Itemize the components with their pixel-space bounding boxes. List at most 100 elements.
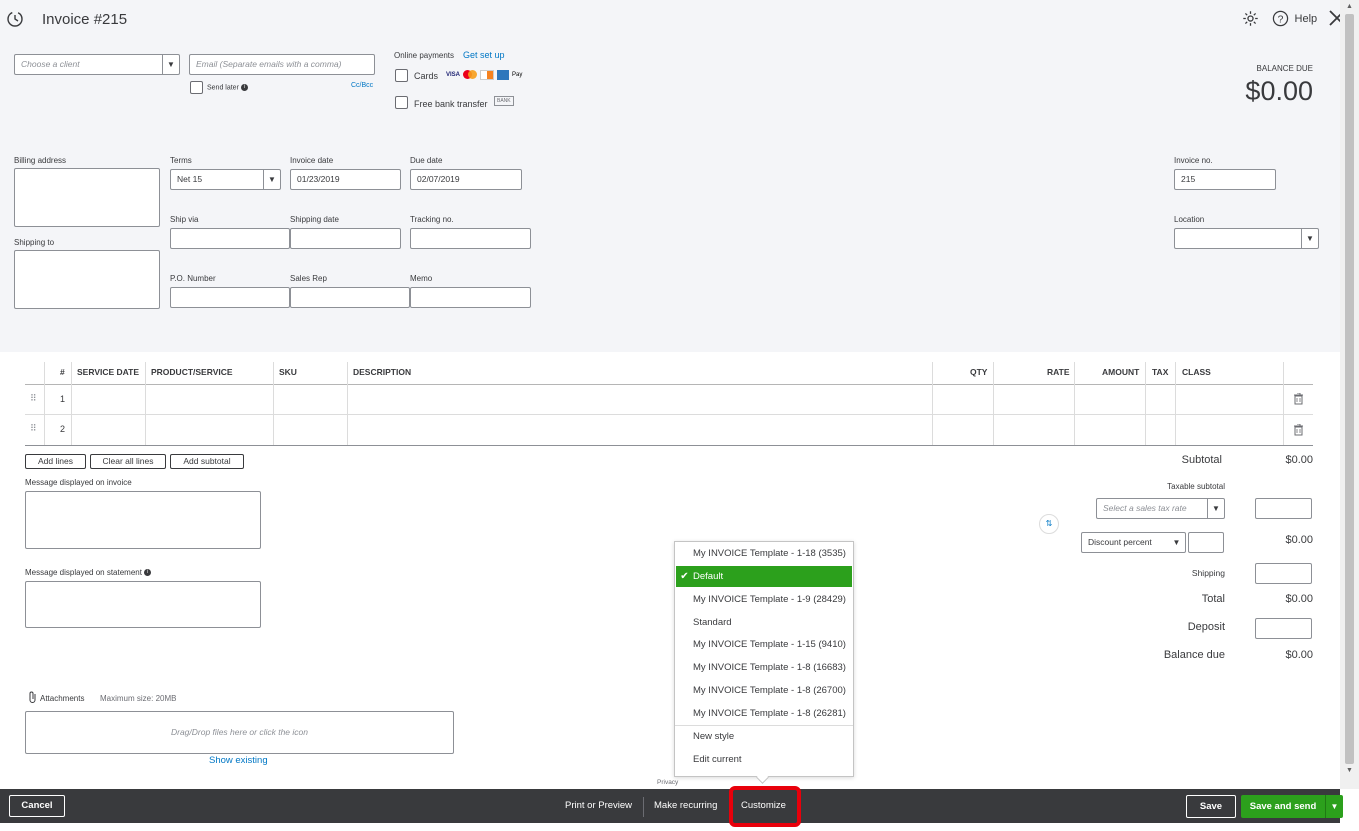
style-option[interactable]: My INVOICE Template - 1-8 (26281) [676, 703, 852, 724]
email-placeholder: Email (Separate emails with a comma) [196, 59, 342, 69]
new-style-option[interactable]: New style [676, 726, 852, 747]
balance-due-total-value: $0.00 [1285, 649, 1313, 661]
tracking-no-input[interactable] [410, 228, 531, 249]
chevron-down-icon: ▼ [1207, 499, 1224, 518]
swap-arrows-icon: ⇅ [1045, 519, 1053, 528]
shipping-to-label: Shipping to [14, 238, 55, 247]
col-header-description: DESCRIPTION [353, 367, 412, 377]
settings-gear-icon[interactable] [1242, 10, 1259, 27]
style-option[interactable]: My INVOICE Template - 1-8 (26700) [676, 680, 852, 701]
sales-tax-rate-select[interactable]: Select a sales tax rate ▼ [1096, 498, 1225, 519]
cancel-button[interactable]: Cancel [9, 795, 65, 817]
vertical-scrollbar[interactable]: ▲ ▼ [1340, 0, 1359, 789]
privacy-link[interactable]: Privacy [657, 779, 678, 786]
dropzone-text: Drag/Drop files here or click the icon [170, 727, 308, 737]
scroll-down-arrow[interactable]: ▼ [1340, 764, 1359, 778]
memo-input[interactable] [410, 287, 531, 308]
row-number: 1 [60, 394, 66, 404]
invoice-date-input[interactable]: 01/23/2019 [290, 169, 401, 190]
save-button[interactable]: Save [1186, 795, 1236, 818]
recent-transactions-icon[interactable] [6, 10, 24, 28]
drag-handle-icon[interactable]: ⠿ [30, 423, 37, 434]
po-number-label: P.O. Number [170, 274, 216, 283]
discount-value: $0.00 [1285, 534, 1313, 546]
col-header-service-date: SERVICE DATE [77, 367, 140, 377]
balance-due-label: BALANCE DUE [1256, 64, 1313, 73]
client-select[interactable]: Choose a client ▼ [14, 54, 180, 75]
add-subtotal-button[interactable]: Add subtotal [170, 454, 244, 469]
apple-pay-logo-icon: Pay [512, 72, 523, 78]
bank-transfer-checkbox[interactable] [395, 96, 408, 109]
sort-toggle-button[interactable]: ⇅ [1039, 514, 1059, 534]
discount-input[interactable] [1188, 532, 1224, 553]
edit-current-option[interactable]: Edit current [676, 749, 852, 770]
email-input[interactable]: Email (Separate emails with a comma) [189, 54, 375, 75]
balance-due-total-label: Balance due [1163, 649, 1225, 661]
shipping-amount-input[interactable] [1255, 563, 1312, 584]
subtotal-value: $0.00 [1285, 454, 1313, 466]
due-date-input[interactable]: 02/07/2019 [410, 169, 522, 190]
shipping-to-input[interactable] [14, 250, 160, 309]
terms-label: Terms [170, 156, 192, 165]
chevron-down-icon: ▼ [1172, 538, 1181, 547]
save-and-send-button[interactable]: Save and send [1241, 795, 1325, 818]
info-icon: i [144, 569, 152, 577]
deposit-label: Deposit [1187, 621, 1225, 633]
deposit-input[interactable] [1255, 618, 1312, 639]
col-header-product-service: PRODUCT/SERVICE [151, 367, 233, 377]
billing-address-input[interactable] [14, 168, 160, 227]
cards-checkbox[interactable] [395, 69, 408, 82]
drag-handle-icon[interactable]: ⠿ [30, 393, 37, 404]
col-header-tax: TAX [1152, 367, 1169, 377]
bank-transfer-label: Free bank transfer [414, 99, 488, 109]
svg-text:?: ? [1278, 14, 1284, 25]
due-date-value: 02/07/2019 [417, 174, 460, 184]
style-option[interactable]: My INVOICE Template - 1-8 (16683) [676, 657, 852, 678]
table-row[interactable]: ⠿ 1 [25, 385, 1313, 414]
style-option[interactable]: My INVOICE Template - 1-18 (3535) [676, 543, 852, 564]
customize-button[interactable]: Customize [741, 800, 786, 811]
cc-bcc-link[interactable]: Cc/Bcc [351, 82, 373, 89]
trash-icon[interactable] [1294, 393, 1303, 405]
location-select[interactable]: ▼ [1174, 228, 1319, 249]
trash-icon[interactable] [1294, 424, 1303, 436]
card-brand-logos: VISA Pay [446, 69, 522, 81]
total-value: $0.00 [1285, 593, 1313, 605]
invoice-message-input[interactable] [25, 491, 261, 549]
po-number-input[interactable] [170, 287, 290, 308]
send-later-checkbox[interactable] [190, 81, 203, 94]
col-header-amount: AMOUNT [1102, 367, 1140, 377]
taxable-subtotal-label: Taxable subtotal [1167, 482, 1225, 491]
scrollbar-thumb[interactable] [1345, 14, 1354, 764]
get-set-up-link[interactable]: Get set up [463, 50, 505, 60]
show-existing-link[interactable]: Show existing [209, 755, 268, 766]
make-recurring-button[interactable]: Make recurring [654, 800, 717, 811]
discount-type-select[interactable]: Discount percent ▼ [1081, 532, 1186, 553]
col-header-rate: RATE [1047, 367, 1070, 377]
attachments-max-size: Maximum size: 20MB [100, 694, 177, 703]
style-option[interactable]: My INVOICE Template - 1-15 (9410) [676, 634, 852, 655]
ship-via-input[interactable] [170, 228, 290, 249]
statement-message-label: Message displayed on statement i [25, 568, 152, 577]
checkmark-icon: ✔ [680, 571, 689, 582]
invoice-no-input[interactable]: 215 [1174, 169, 1276, 190]
discount-type-value: Discount percent [1088, 537, 1152, 547]
add-lines-button[interactable]: Add lines [25, 454, 86, 469]
help-button[interactable]: ? Help [1272, 10, 1317, 27]
terms-select[interactable]: Net 15 ▼ [170, 169, 281, 190]
table-row[interactable]: ⠿ 2 [25, 415, 1313, 445]
style-option[interactable]: My INVOICE Template - 1-9 (28429) [676, 589, 852, 610]
print-preview-button[interactable]: Print or Preview [565, 800, 632, 811]
clear-all-lines-button[interactable]: Clear all lines [90, 454, 166, 469]
shipping-date-input[interactable] [290, 228, 401, 249]
client-placeholder: Choose a client [21, 59, 80, 69]
tax-amount-input[interactable] [1255, 498, 1312, 519]
statement-message-input[interactable] [25, 581, 261, 628]
help-label: Help [1294, 12, 1318, 25]
save-options-dropdown[interactable]: ▼ [1325, 795, 1343, 818]
sales-rep-input[interactable] [290, 287, 410, 308]
scroll-up-arrow[interactable]: ▲ [1340, 0, 1359, 14]
style-option-selected[interactable]: ✔ Default [676, 566, 852, 587]
style-option[interactable]: Standard [676, 612, 852, 633]
attachments-dropzone[interactable]: Drag/Drop files here or click the icon [25, 711, 454, 754]
